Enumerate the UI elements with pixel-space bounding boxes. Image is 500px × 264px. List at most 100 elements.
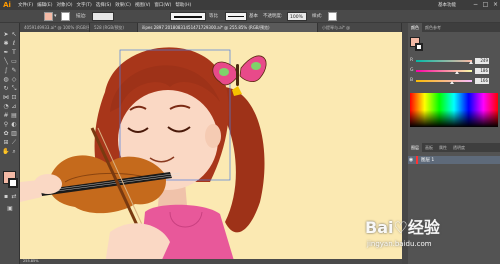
doc-tab-1[interactable]: 4059149933.ai* @ 100% (RGB/预览): [20, 23, 90, 32]
artboard-canvas[interactable]: [20, 32, 402, 264]
stroke-weight-field[interactable]: [92, 12, 114, 21]
eye-icon[interactable]: ◉: [408, 156, 414, 164]
menu-select[interactable]: 选择(S): [96, 2, 111, 8]
maximize-icon[interactable]: □: [481, 1, 490, 9]
graph-tool-icon[interactable]: ▥: [10, 130, 18, 138]
menu-items: 文件(F) 编辑(E) 对象(O) 文字(T) 选择(S) 效果(C) 视图(V…: [18, 2, 191, 8]
symbol-tool-icon[interactable]: ✿: [2, 130, 10, 138]
tab-layers[interactable]: 图层: [408, 143, 422, 152]
control-bar: ▾ 描边: 等比 基本 不透明度: 100% 样式:: [0, 10, 500, 23]
menu-object[interactable]: 对象(O): [56, 2, 72, 8]
layer-row[interactable]: ◉ 图层 1: [408, 156, 500, 164]
menu-edit[interactable]: 编辑(E): [37, 2, 52, 8]
menu-effect[interactable]: 效果(C): [115, 2, 131, 8]
tools-panel: ➤ ↖ ✱ ℓ ✒ T ╲ ▭ ∫ ✎ ◍ ◇ ↻ ⤡ ⋈ ⊡ ◔ ⊿ # ▤ …: [0, 23, 20, 264]
uniform-label: 等比: [209, 14, 218, 19]
channel-r-slider[interactable]: [416, 59, 473, 64]
blob-brush-tool-icon[interactable]: ◍: [2, 76, 10, 84]
basic-label: 基本: [249, 14, 258, 19]
type-tool-icon[interactable]: T: [10, 49, 18, 57]
tab-transparency[interactable]: 透明度: [450, 143, 468, 152]
selection-tool-icon[interactable]: ➤: [2, 31, 10, 39]
document-tabs: 4059149933.ai* @ 100% (RGB/预览) 528 (RGB/…: [20, 23, 402, 32]
magic-wand-tool-icon[interactable]: ✱: [2, 40, 10, 48]
channel-g-row: G 186: [410, 67, 500, 74]
brush-preview[interactable]: [225, 12, 247, 21]
fill-color-swatch[interactable]: [44, 12, 53, 21]
style-swatch[interactable]: [328, 12, 337, 21]
color-spectrum[interactable]: [410, 93, 498, 127]
stroke-label: 描边:: [76, 14, 87, 19]
doc-tab-3[interactable]: ilipes 2897 20180831451471729300.ai* @ 2…: [138, 23, 318, 32]
mesh-tool-icon[interactable]: #: [2, 112, 10, 120]
channel-b-row: B 166: [410, 77, 500, 84]
channel-r-thumb[interactable]: [468, 60, 473, 64]
layers-panel-tabs: 图层 画板 属性 透明度: [408, 143, 500, 152]
layer-color-marker: [416, 156, 418, 164]
opacity-field[interactable]: 100%: [287, 12, 307, 21]
screen-mode-icon[interactable]: ▣: [6, 205, 14, 213]
blend-tool-icon[interactable]: ◐: [10, 121, 18, 129]
direct-selection-tool-icon[interactable]: ↖: [10, 31, 18, 39]
stroke-color-swatch[interactable]: [61, 12, 70, 21]
menu-view[interactable]: 视图(V): [135, 2, 151, 8]
rectangle-tool-icon[interactable]: ▭: [10, 58, 18, 66]
line-tool-icon[interactable]: ╲: [2, 58, 10, 66]
style-label: 样式:: [312, 14, 323, 19]
channel-r-row: R 249: [410, 57, 500, 64]
eyedropper-tool-icon[interactable]: ⚲: [2, 121, 10, 129]
hand-tool-icon[interactable]: ✋: [2, 148, 10, 156]
channel-g-thumb[interactable]: [454, 70, 459, 74]
stroke-color-box[interactable]: [8, 178, 18, 188]
zoom-tool-icon[interactable]: ⌕: [10, 148, 18, 156]
paintbrush-tool-icon[interactable]: ∫: [2, 67, 10, 75]
shape-builder-tool-icon[interactable]: ◔: [2, 103, 10, 111]
tab-attributes[interactable]: 属性: [436, 143, 450, 152]
doc-tab-4[interactable]: 小提琴与.ai* @: [318, 23, 402, 32]
gradient-tool-icon[interactable]: ▤: [10, 112, 18, 120]
lasso-tool-icon[interactable]: ℓ: [10, 40, 18, 48]
artboard-tool-icon[interactable]: ⊞: [2, 139, 10, 147]
perspective-tool-icon[interactable]: ⊿: [10, 103, 18, 111]
menu-file[interactable]: 文件(F): [18, 2, 33, 8]
channel-g-value[interactable]: 186: [475, 67, 489, 74]
watermark-brand: Bai♡经验: [365, 218, 440, 237]
ear: [205, 124, 221, 148]
channel-r-value[interactable]: 249: [475, 57, 489, 64]
opacity-label: 不透明度:: [263, 14, 283, 19]
scale-tool-icon[interactable]: ⤡: [10, 85, 18, 93]
left-arm: [20, 180, 42, 202]
illustration: [20, 47, 267, 264]
menu-window[interactable]: 窗口(W): [154, 2, 171, 8]
close-icon[interactable]: ×: [491, 1, 500, 9]
default-colors-icon[interactable]: ▪: [2, 193, 10, 201]
eraser-tool-icon[interactable]: ◇: [10, 76, 18, 84]
doc-tab-2[interactable]: 528 (RGB/预览): [90, 23, 138, 32]
width-tool-icon[interactable]: ⋈: [2, 94, 10, 102]
tab-color[interactable]: 颜色: [408, 23, 422, 32]
pencil-tool-icon[interactable]: ✎: [10, 67, 18, 75]
panel-stroke-swatch[interactable]: [415, 43, 423, 51]
slice-tool-icon[interactable]: ⟋: [10, 139, 18, 147]
color-panel-tabs: 颜色 颜色参考: [408, 23, 500, 32]
swap-colors-icon[interactable]: ⇄: [10, 193, 18, 201]
stroke-profile-preview[interactable]: [170, 12, 206, 21]
rotate-tool-icon[interactable]: ↻: [2, 85, 10, 93]
chevron-down-icon[interactable]: ▾: [54, 12, 57, 21]
pen-tool-icon[interactable]: ✒: [2, 49, 10, 57]
layer-name[interactable]: 图层 1: [421, 157, 434, 163]
minimize-icon[interactable]: −: [471, 1, 480, 9]
channel-g-slider[interactable]: [416, 69, 472, 74]
menu-help[interactable]: 帮助(H): [175, 2, 191, 8]
workspace-switcher[interactable]: 基本功能: [438, 2, 456, 8]
status-bar[interactable]: 255.85%: [20, 259, 402, 264]
tab-color-guide[interactable]: 颜色参考: [422, 23, 444, 32]
channel-b-thumb[interactable]: [450, 80, 455, 84]
menu-type[interactable]: 文字(T): [77, 2, 92, 8]
channel-b-slider[interactable]: [416, 79, 472, 84]
menu-bar: Ai 文件(F) 编辑(E) 对象(O) 文字(T) 选择(S) 效果(C) 视…: [0, 0, 500, 10]
channel-b-value[interactable]: 166: [475, 77, 489, 84]
watermark-url: jingyan.baidu.com: [367, 240, 432, 248]
free-transform-tool-icon[interactable]: ⊡: [10, 94, 18, 102]
tab-artboards[interactable]: 画板: [422, 143, 436, 152]
